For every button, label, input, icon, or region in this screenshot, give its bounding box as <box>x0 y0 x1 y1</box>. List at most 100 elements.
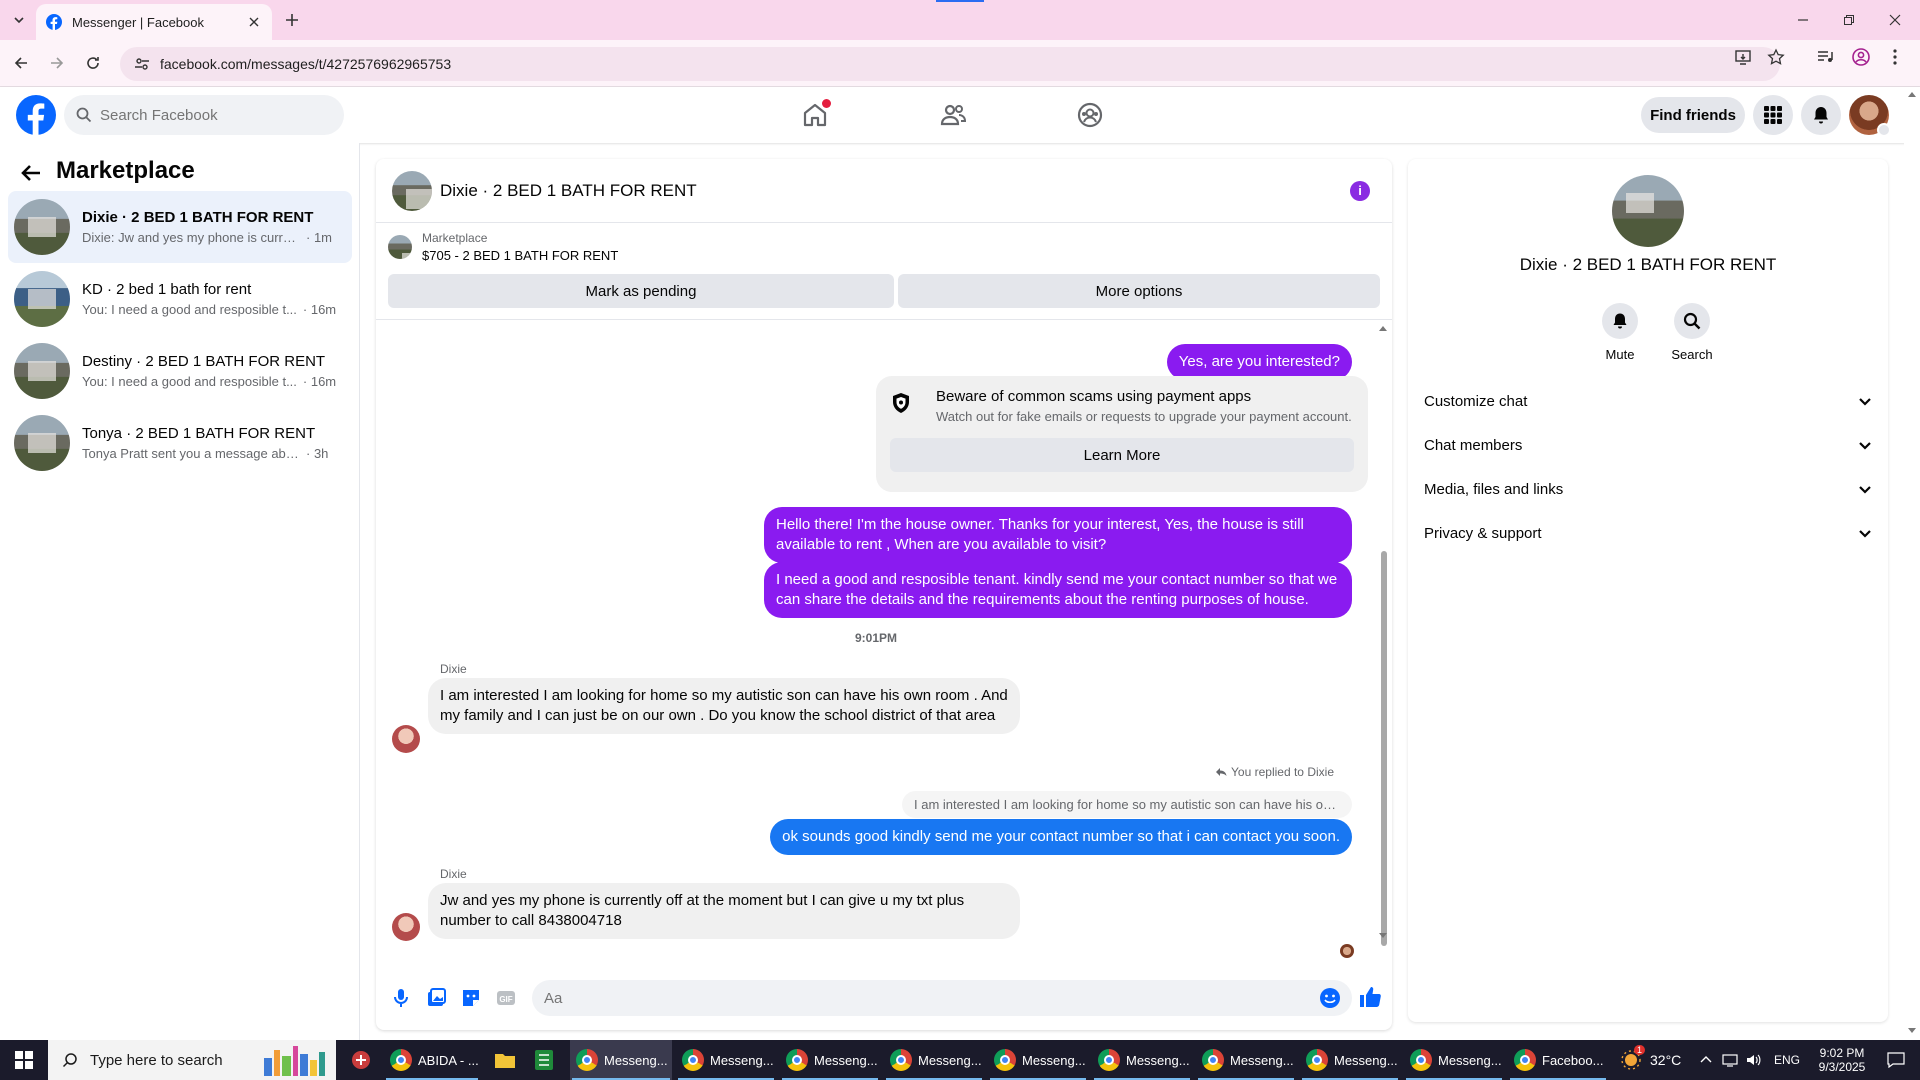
windows-start-icon[interactable] <box>0 1040 48 1080</box>
message-scrollbar[interactable] <box>1378 322 1388 962</box>
close-window-icon[interactable] <box>1872 0 1918 40</box>
new-tab-plus-icon[interactable] <box>282 10 302 30</box>
taskbar-app-messenger[interactable]: Messeng... <box>988 1040 1088 1080</box>
taskbar-app-messenger[interactable]: Messeng... <box>676 1040 776 1080</box>
top-indicator <box>936 0 984 2</box>
weather-widget[interactable]: 1 32°C <box>1620 1040 1681 1080</box>
home-nav[interactable] <box>760 87 870 143</box>
customize-chat-section[interactable]: Customize chat <box>1424 379 1872 423</box>
site-settings-icon[interactable] <box>134 56 150 72</box>
facebook-search-input[interactable] <box>100 106 320 124</box>
taskbar-app-messenger[interactable]: Messeng... <box>1404 1040 1504 1080</box>
url-text[interactable]: facebook.com/messages/t/4272576962965753 <box>160 56 451 72</box>
browser-menu-icon[interactable] <box>1886 48 1904 66</box>
outgoing-message[interactable]: ok sounds good kindly send me your conta… <box>770 819 1352 855</box>
taskbar-spreadsheet-app[interactable] <box>528 1040 562 1080</box>
reload-icon[interactable] <box>82 52 104 74</box>
photo-icon[interactable] <box>425 987 447 1009</box>
taskbar-app-messenger[interactable]: Messeng... <box>1196 1040 1296 1080</box>
sticker-icon[interactable] <box>460 987 482 1009</box>
facebook-search[interactable] <box>64 95 344 135</box>
quoted-message[interactable]: I am interested I am looking for home so… <box>902 791 1352 818</box>
gif-icon[interactable]: GIF <box>495 987 517 1009</box>
find-friends-button[interactable]: Find friends <box>1641 97 1745 133</box>
taskbar-search[interactable]: Type here to search <box>48 1040 336 1080</box>
conversation-title[interactable]: Dixie · 2 BED 1 BATH FOR RENT <box>440 181 697 201</box>
sender-name: Dixie <box>440 867 467 881</box>
scroll-up-icon[interactable] <box>1904 89 1920 99</box>
install-app-icon[interactable] <box>1734 48 1752 66</box>
back-arrow-icon[interactable] <box>20 162 44 186</box>
taskbar-app-icon[interactable] <box>344 1040 378 1080</box>
network-icon[interactable] <box>1722 1053 1738 1067</box>
chat-list-item[interactable]: KD · 2 bed 1 bath for rent You: I need a… <box>8 263 352 335</box>
microphone-icon[interactable] <box>390 987 412 1009</box>
taskbar-app-messenger[interactable]: Messeng... <box>1092 1040 1192 1080</box>
clock[interactable]: 9:02 PM 9/3/2025 <box>1810 1040 1874 1080</box>
back-arrow-icon[interactable] <box>10 52 32 74</box>
taskbar-app-messenger[interactable]: Messeng... <box>1300 1040 1400 1080</box>
outgoing-message[interactable]: I need a good and resposible tenant. kin… <box>764 562 1352 618</box>
emoji-icon[interactable] <box>1319 987 1341 1009</box>
conversation-avatar[interactable] <box>392 170 432 211</box>
chat-list-item[interactable]: Dixie · 2 BED 1 BATH FOR RENT Dixie: Jw … <box>8 191 352 263</box>
mark-as-pending-button[interactable]: Mark as pending <box>388 274 894 308</box>
restore-icon[interactable] <box>1826 0 1872 40</box>
outgoing-message[interactable]: Hello there! I'm the house owner. Thanks… <box>764 507 1352 563</box>
message-input[interactable] <box>532 980 1352 1016</box>
media-files-links-section[interactable]: Media, files and links <box>1424 467 1872 511</box>
close-tab-icon[interactable] <box>246 14 262 30</box>
notification-center-icon[interactable] <box>1876 1040 1916 1080</box>
privacy-support-section[interactable]: Privacy & support <box>1424 511 1872 555</box>
taskbar-file-explorer[interactable] <box>488 1040 522 1080</box>
sender-avatar[interactable] <box>392 725 420 753</box>
taskbar-app-messenger[interactable]: Messeng... <box>570 1040 672 1080</box>
windows-taskbar: Type here to search ABIDA - ... Messeng.… <box>0 1040 1920 1080</box>
scroll-down-icon[interactable] <box>1378 932 1388 940</box>
bookmark-star-icon[interactable] <box>1767 48 1785 66</box>
more-options-button[interactable]: More options <box>898 274 1380 308</box>
facebook-logo-icon[interactable] <box>16 95 56 135</box>
chevron-up-icon[interactable] <box>1700 1054 1712 1066</box>
sender-avatar[interactable] <box>392 913 420 941</box>
chat-members-section[interactable]: Chat members <box>1424 423 1872 467</box>
tab-search-chevron-icon[interactable] <box>8 9 30 31</box>
taskbar-app-label: Messeng... <box>1230 1052 1294 1068</box>
chat-list-item[interactable]: Tonya · 2 BED 1 BATH FOR RENT Tonya Prat… <box>8 407 352 479</box>
taskbar-app-messenger[interactable]: Messeng... <box>780 1040 880 1080</box>
browser-tab[interactable]: Messenger | Facebook <box>36 4 272 40</box>
language-indicator[interactable]: ENG <box>1774 1053 1800 1067</box>
system-tray[interactable]: ENG <box>1700 1040 1800 1080</box>
menu-grid-button[interactable] <box>1753 95 1793 135</box>
info-icon[interactable]: i <box>1350 181 1370 201</box>
profile-icon[interactable] <box>1852 48 1870 66</box>
groups-nav[interactable] <box>1035 87 1145 143</box>
omnibox[interactable]: facebook.com/messages/t/4272576962965753 <box>120 47 1780 81</box>
minimize-icon[interactable] <box>1780 0 1826 40</box>
scroll-down-icon[interactable] <box>1904 1026 1920 1036</box>
forward-arrow-icon[interactable] <box>46 52 68 74</box>
taskbar-app-facebook[interactable]: Faceboo... <box>1508 1040 1608 1080</box>
search-conversation-button[interactable]: Search <box>1662 303 1722 362</box>
taskbar-app-messenger[interactable]: Messeng... <box>884 1040 984 1080</box>
conversation-avatar[interactable] <box>1612 175 1684 247</box>
tab-title: Messenger | Facebook <box>72 14 204 30</box>
outgoing-message[interactable]: Yes, are you interested? <box>1166 344 1352 380</box>
chat-list-item[interactable]: Destiny · 2 BED 1 BATH FOR RENT You: I n… <box>8 335 352 407</box>
incoming-message[interactable]: Jw and yes my phone is currently off at … <box>428 883 1020 939</box>
scroll-up-icon[interactable] <box>1378 324 1388 332</box>
page-scrollbar[interactable] <box>1904 87 1920 1040</box>
account-chevron-icon[interactable] <box>1877 123 1891 137</box>
incoming-message[interactable]: I am interested I am looking for home so… <box>428 678 1020 734</box>
friends-nav[interactable] <box>898 87 1008 143</box>
notifications-button[interactable] <box>1801 95 1841 135</box>
marketplace-listing[interactable]: Marketplace $705 - 2 BED 1 BATH FOR RENT <box>388 231 618 263</box>
scrollbar-thumb[interactable] <box>1381 551 1387 946</box>
learn-more-button[interactable]: Learn More <box>890 438 1354 472</box>
taskbar-app-gmail[interactable]: ABIDA - ... <box>384 1040 480 1080</box>
volume-icon[interactable] <box>1746 1053 1762 1067</box>
media-control-icon[interactable] <box>1816 48 1834 66</box>
thumbs-up-icon[interactable] <box>1358 985 1381 1007</box>
mute-button[interactable]: Mute <box>1590 303 1650 362</box>
browser-tab-bar: Messenger | Facebook <box>0 0 1920 40</box>
